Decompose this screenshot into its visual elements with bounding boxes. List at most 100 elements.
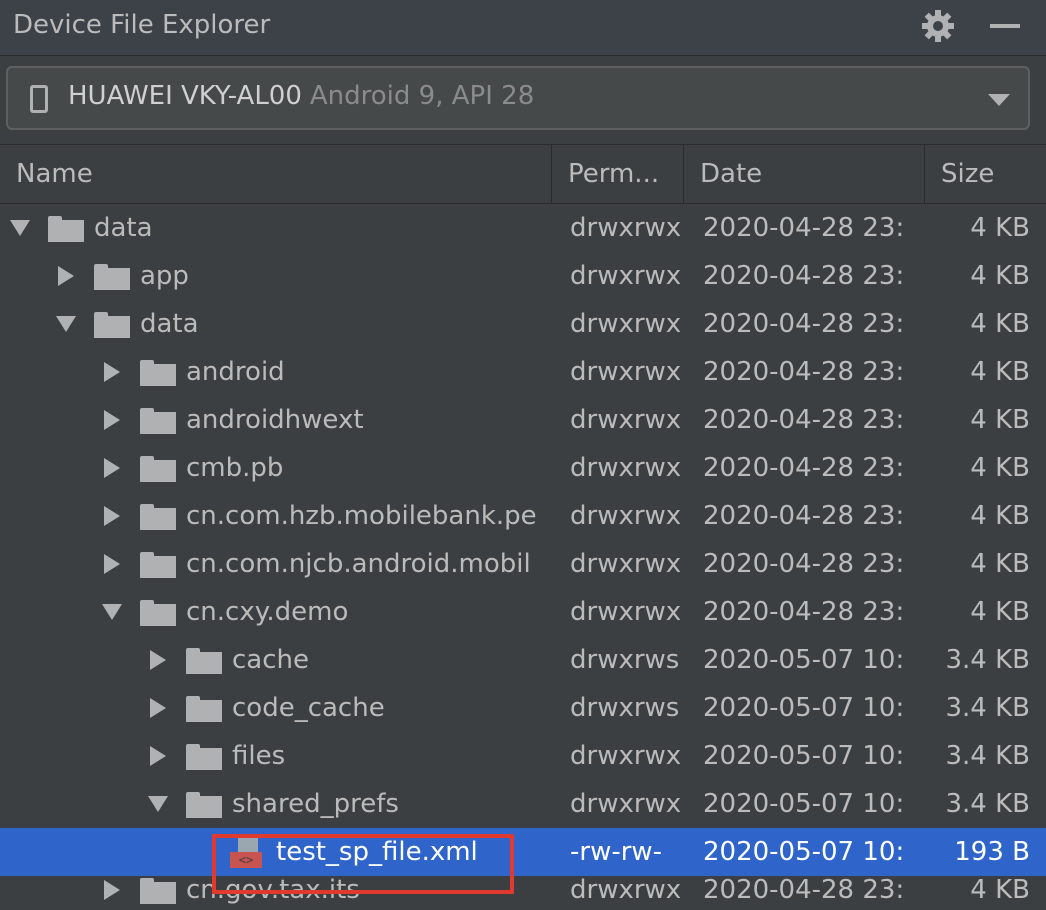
name-cell: android [0,348,552,396]
expand-arrow-closed-icon[interactable] [104,458,120,478]
permissions-cell: drwxrwx [570,309,682,339]
name-cell: cn.cxy.demo [0,588,552,636]
date-cell: 2020-04-28 23: [703,405,905,435]
expand-arrow-closed-icon[interactable] [104,880,120,900]
expand-arrow-closed-icon[interactable] [150,698,166,718]
column-header-name[interactable]: Name [0,145,552,203]
expand-arrow-closed-icon[interactable] [58,266,74,286]
date-cell: 2020-04-28 23: [703,357,905,387]
expand-arrow-closed-icon[interactable] [104,506,120,526]
file-name: data [94,213,153,243]
date-cell: 2020-04-28 23: [703,549,905,579]
date-cell: 2020-04-28 23: [703,875,905,905]
expand-arrow-closed-icon[interactable] [150,650,166,670]
size-cell: 4 KB [970,405,1030,435]
date-cell: 2020-05-07 10: [703,645,905,675]
name-cell: androidhwext [0,396,552,444]
permissions-cell: drwxrwx [570,501,682,531]
expand-arrow-closed-icon[interactable] [150,746,166,766]
folder-row[interactable]: code_cache drwxrws 2020-05-07 10: 3.4 KB [0,684,1046,732]
size-cell: 4 KB [970,357,1030,387]
folder-icon [94,264,130,290]
size-cell: 4 KB [970,453,1030,483]
folder-row[interactable]: data drwxrwx 2020-04-28 23: 4 KB [0,300,1046,348]
folder-row[interactable]: android drwxrwx 2020-04-28 23: 4 KB [0,348,1046,396]
date-cell: 2020-04-28 23: [703,501,905,531]
folder-row[interactable]: cache drwxrws 2020-05-07 10: 3.4 KB [0,636,1046,684]
name-cell: cn.com.njcb.android.mobil [0,540,552,588]
expand-arrow-open-icon[interactable] [56,316,76,332]
folder-row[interactable]: files drwxrwx 2020-05-07 10: 3.4 KB [0,732,1046,780]
folder-icon [140,504,176,530]
folder-icon [140,456,176,482]
size-cell: 4 KB [970,875,1030,905]
minimize-icon[interactable] [990,24,1020,28]
folder-row[interactable]: cn.com.njcb.android.mobil drwxrwx 2020-04-… [0,540,1046,588]
permissions-cell: drwxrws [570,693,680,723]
panel-title: Device File Explorer [13,10,271,40]
folder-row[interactable]: cn.cxy.demo drwxrwx 2020-04-28 23: 4 KB [0,588,1046,636]
date-cell: 2020-05-07 10: [703,741,905,771]
table-header: Name Perm... Date Size [0,144,1046,204]
name-cell: app [0,252,552,300]
folder-icon [94,312,130,338]
file-tree: data drwxrwx 2020-04-28 23: 4 KB app drwxrwx 2… [0,204,1046,910]
file-name: android [186,357,285,387]
file-name: cache [232,645,309,675]
folder-row[interactable]: cn.com.hzb.mobilebank.pe drwxrwx 2020-04-2… [0,492,1046,540]
permissions-cell: drwxrwx [570,549,682,579]
size-cell: 4 KB [970,261,1030,291]
panel-titlebar: Device File Explorer [0,0,1046,56]
folder-icon [186,792,222,818]
folder-row[interactable]: cn.gov.tax.its drwxrwx 2020-04-28 23: 4 KB [0,866,1046,910]
file-name: shared_prefs [232,789,399,819]
folder-icon [186,744,222,770]
folder-icon [186,648,222,674]
permissions-cell: drwxrwx [570,875,682,905]
name-cell: data [0,300,552,348]
name-cell: cache [0,636,552,684]
name-cell: data [0,204,552,252]
folder-row[interactable]: shared_prefs drwxrwx 2020-05-07 10: 3.4 KB [0,780,1046,828]
permissions-cell: drwxrwx [570,405,682,435]
size-cell: 4 KB [970,597,1030,627]
highlight-annotation [212,834,514,894]
file-name: cn.com.njcb.android.mobil [186,549,531,579]
expand-arrow-open-icon[interactable] [148,796,168,812]
date-cell: 2020-04-28 23: [703,597,905,627]
chevron-down-icon[interactable] [988,94,1010,106]
expand-arrow-open-icon[interactable] [10,220,30,236]
size-cell: 4 KB [970,549,1030,579]
permissions-cell: drwxrwx [570,213,682,243]
file-name: files [232,741,286,771]
permissions-cell: drwxrwx [570,597,682,627]
phone-icon [30,85,48,113]
column-header-permissions[interactable]: Perm... [552,145,684,203]
file-name: code_cache [232,693,385,723]
folder-icon [48,216,84,242]
date-cell: 2020-04-28 23: [703,261,905,291]
permissions-cell: drwxrwx [570,789,682,819]
expand-arrow-closed-icon[interactable] [104,410,120,430]
expand-arrow-closed-icon[interactable] [104,362,120,382]
device-selector[interactable]: HUAWEI VKY-AL00 Android 9, API 28 [6,66,1030,130]
folder-row[interactable]: cmb.pb drwxrwx 2020-04-28 23: 4 KB [0,444,1046,492]
folder-icon [140,552,176,578]
column-header-size[interactable]: Size [925,145,1046,203]
size-cell: 3.4 KB [945,693,1031,723]
folder-row[interactable]: app drwxrwx 2020-04-28 23: 4 KB [0,252,1046,300]
file-name: cn.cxy.demo [186,597,349,627]
file-name: cmb.pb [186,453,284,483]
date-cell: 2020-04-28 23: [703,453,905,483]
expand-arrow-open-icon[interactable] [102,604,122,620]
device-api: Android 9, API 28 [309,81,535,111]
name-cell: files [0,732,552,780]
gear-icon[interactable] [920,8,956,44]
size-cell: 3.4 KB [945,645,1031,675]
folder-row[interactable]: data drwxrwx 2020-04-28 23: 4 KB [0,204,1046,252]
size-cell: 3.4 KB [945,741,1031,771]
folder-row[interactable]: androidhwext drwxrwx 2020-04-28 23: 4 KB [0,396,1046,444]
column-header-date[interactable]: Date [684,145,925,203]
expand-arrow-closed-icon[interactable] [104,554,120,574]
size-cell: 3.4 KB [945,789,1031,819]
